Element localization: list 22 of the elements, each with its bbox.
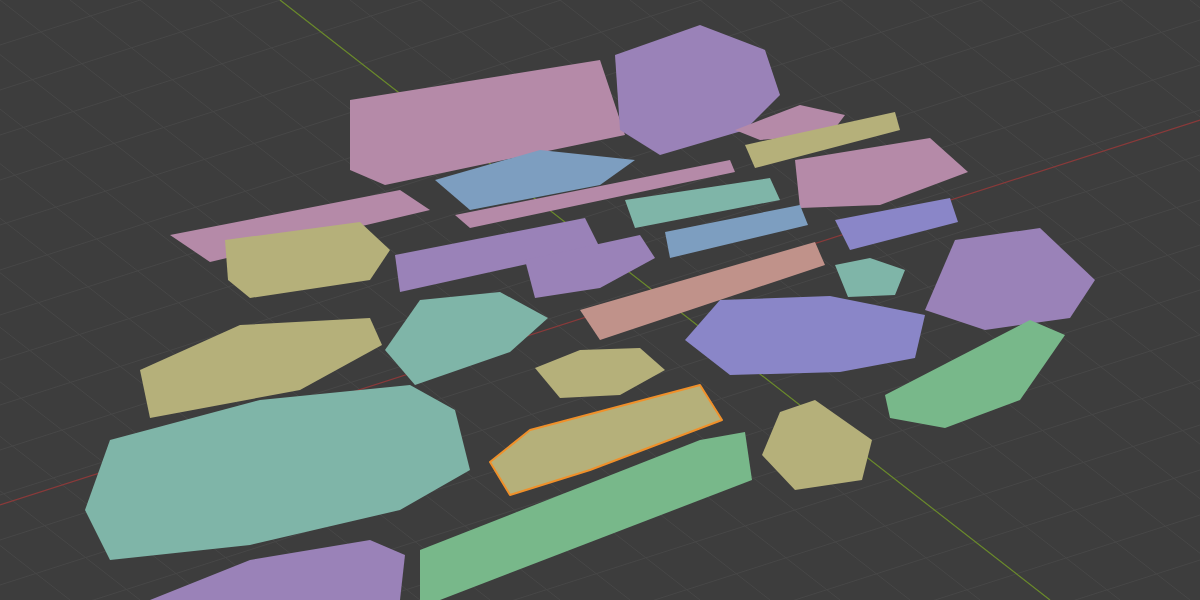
rock-mesh[interactable]	[625, 178, 780, 228]
rock-mesh[interactable]	[665, 205, 808, 258]
rock-mesh[interactable]	[85, 385, 470, 560]
rock-mesh[interactable]	[762, 400, 872, 490]
rock-mesh[interactable]	[455, 160, 735, 228]
rock-mesh[interactable]	[350, 60, 625, 185]
rock-mesh[interactable]	[385, 292, 548, 385]
rock-mesh[interactable]	[535, 348, 665, 398]
rock-mesh[interactable]	[525, 235, 655, 298]
rock-mesh[interactable]	[925, 228, 1095, 330]
rock-mesh[interactable]	[615, 25, 780, 155]
rock-mesh[interactable]	[885, 320, 1065, 428]
rock-mesh[interactable]	[150, 540, 405, 600]
rock-mesh[interactable]	[435, 150, 635, 210]
rock-mesh[interactable]	[420, 432, 752, 600]
rock-mesh[interactable]	[745, 112, 900, 168]
rock-mesh[interactable]	[395, 218, 600, 292]
rock-mesh[interactable]	[685, 296, 925, 375]
rock-mesh[interactable]	[835, 198, 958, 250]
rock-mesh[interactable]	[140, 318, 382, 418]
rock-mesh[interactable]	[225, 222, 390, 298]
rock-mesh[interactable]	[580, 242, 825, 340]
